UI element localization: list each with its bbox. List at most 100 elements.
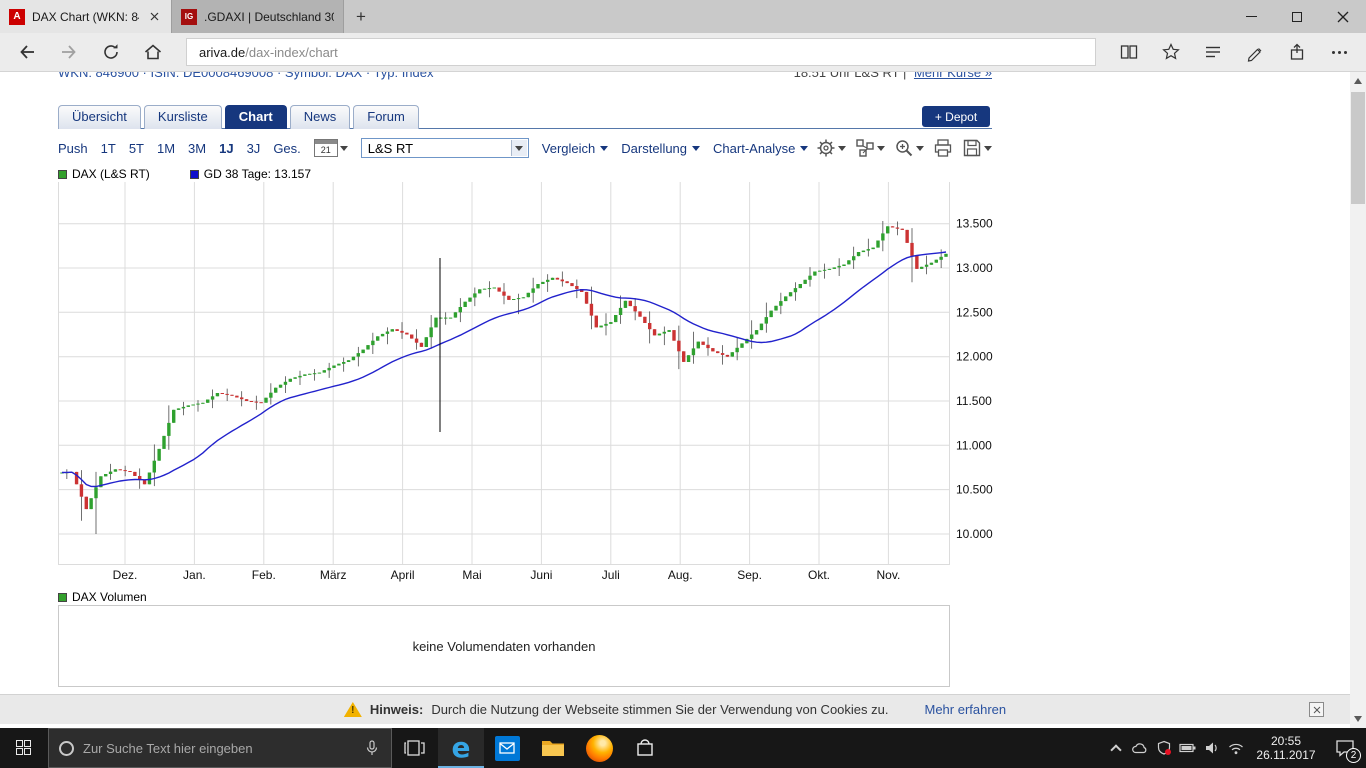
taskbar-search[interactable] [48, 728, 392, 768]
more-quotes-link[interactable]: Mehr Kurse » [914, 72, 992, 80]
legend-gd38: GD 38 Tage: 13.157 [190, 167, 311, 181]
system-tray: 20:55 26.11.2017 2 [1104, 728, 1366, 768]
firefox-icon[interactable] [576, 728, 622, 768]
window-controls [1228, 0, 1366, 33]
browser-tab-gdaxi[interactable]: IG .GDAXI | Deutschland 30 Inc [172, 0, 344, 33]
range-button-1j[interactable]: 1J [219, 141, 233, 156]
zoom-icon [894, 138, 914, 158]
tab-news[interactable]: News [290, 105, 351, 129]
more-menu-icon[interactable] [1320, 37, 1358, 67]
chevron-down-icon [511, 140, 527, 156]
close-window-button[interactable] [1320, 0, 1366, 33]
mail-app-icon[interactable] [484, 728, 530, 768]
onedrive-icon[interactable] [1128, 728, 1152, 768]
page-scrollbar[interactable] [1350, 72, 1366, 728]
chevron-down-icon [984, 146, 992, 151]
taskbar: e [0, 728, 1366, 768]
scroll-up-button[interactable] [1354, 78, 1362, 84]
share-icon[interactable] [1278, 37, 1316, 67]
refresh-button[interactable] [92, 37, 130, 67]
task-view-button[interactable] [392, 728, 438, 768]
reading-list-icon[interactable] [1110, 37, 1148, 67]
action-center-button[interactable]: 2 [1324, 728, 1366, 768]
feed-select[interactable]: L&S RT [361, 138, 529, 158]
defender-shield-icon[interactable] [1152, 728, 1176, 768]
svg-text:Dez.: Dez. [113, 568, 138, 582]
candlestick-chart-canvas[interactable]: 10.00010.50011.00011.50012.00012.50013.0… [58, 182, 993, 582]
range-button-5t[interactable]: 5T [129, 141, 144, 156]
close-tab-icon[interactable] [146, 9, 162, 25]
chart-analyse-menu[interactable]: Chart-Analyse [713, 141, 808, 156]
chart-legend: DAX (L&S RT) GD 38 Tage: 13.157 [58, 167, 311, 181]
calendar-button[interactable]: 21 [314, 139, 348, 157]
tray-expand-button[interactable] [1104, 728, 1128, 768]
cortana-icon [59, 741, 74, 756]
volume-message: keine Volumendaten vorhanden [413, 639, 596, 654]
svg-text:Aug.: Aug. [668, 568, 693, 582]
start-button[interactable] [0, 728, 48, 768]
microphone-icon[interactable] [363, 739, 381, 757]
chevron-down-icon [800, 146, 808, 151]
edge-taskbar-icon[interactable]: e [438, 728, 484, 768]
range-button-1t[interactable]: 1T [101, 141, 116, 156]
price-chart[interactable]: 10.00010.50011.00011.50012.00012.50013.0… [58, 182, 993, 582]
range-button-ges[interactable]: Ges. [273, 141, 300, 156]
save-icon [962, 138, 982, 158]
forward-button[interactable] [50, 37, 88, 67]
warning-icon: ! [344, 702, 362, 717]
svg-text:März: März [320, 568, 347, 582]
scrollbar-thumb[interactable] [1351, 92, 1365, 204]
range-button-3j[interactable]: 3J [247, 141, 261, 156]
range-button-3m[interactable]: 3M [188, 141, 206, 156]
darstellung-menu[interactable]: Darstellung [621, 141, 700, 156]
cookie-bold-label: Hinweis: [370, 702, 423, 717]
back-button[interactable] [8, 37, 46, 67]
print-button[interactable] [933, 138, 953, 158]
browser-tab-dax[interactable]: A DAX Chart (WKN: 84690 [0, 0, 172, 33]
settings-gear-button[interactable] [816, 138, 846, 158]
battery-icon[interactable] [1176, 728, 1200, 768]
depot-button[interactable]: + Depot [922, 106, 990, 127]
home-button[interactable] [134, 37, 172, 67]
range-button-1m[interactable]: 1M [157, 141, 175, 156]
minimize-button[interactable] [1228, 0, 1274, 33]
volume-legend: DAX Volumen [58, 590, 147, 604]
ig-favicon: IG [181, 9, 197, 25]
network-icon[interactable] [1224, 728, 1248, 768]
blue-app-tile [495, 736, 520, 761]
address-bar[interactable]: ariva.de/dax-index/chart [186, 38, 1096, 66]
tab-forum[interactable]: Forum [353, 105, 419, 129]
vergleich-menu[interactable]: Vergleich [542, 141, 608, 156]
store-icon[interactable] [622, 728, 668, 768]
chevron-down-icon [692, 146, 700, 151]
cookie-more-link[interactable]: Mehr erfahren [924, 702, 1006, 717]
chart-toolbar: Push 1T 5T 1M 3M 1J 3J Ges. 21 L&S RT Ve… [58, 135, 992, 161]
push-link[interactable]: Push [58, 141, 88, 156]
tab-uebersicht[interactable]: Übersicht [58, 105, 141, 129]
chevron-down-icon [838, 146, 846, 151]
tab-kursliste[interactable]: Kursliste [144, 105, 222, 129]
legend-label: DAX (L&S RT) [72, 167, 150, 181]
cookie-close-button[interactable] [1309, 702, 1324, 717]
web-note-pen-icon[interactable] [1236, 37, 1274, 67]
favorites-star-icon[interactable] [1152, 37, 1190, 67]
save-button[interactable] [962, 138, 992, 158]
taskbar-clock[interactable]: 20:55 26.11.2017 [1248, 728, 1324, 768]
volume-icon[interactable] [1200, 728, 1224, 768]
modules-icon [855, 138, 875, 158]
clock-date: 26.11.2017 [1256, 748, 1315, 762]
chevron-down-icon [340, 146, 348, 151]
maximize-button[interactable] [1274, 0, 1320, 33]
svg-text:12.000: 12.000 [956, 350, 993, 364]
modules-button[interactable] [855, 138, 885, 158]
svg-text:Juli: Juli [602, 568, 620, 582]
search-input[interactable] [83, 741, 354, 756]
hub-icon[interactable] [1194, 37, 1232, 67]
tab-chart[interactable]: Chart [225, 105, 287, 129]
new-tab-button[interactable]: + [344, 0, 378, 33]
scroll-down-button[interactable] [1354, 716, 1362, 722]
file-explorer-icon[interactable] [530, 728, 576, 768]
volume-legend-label: DAX Volumen [72, 590, 147, 604]
quote-time: 18:51 Uhr L&S RT | [794, 72, 907, 80]
zoom-button[interactable] [894, 138, 924, 158]
